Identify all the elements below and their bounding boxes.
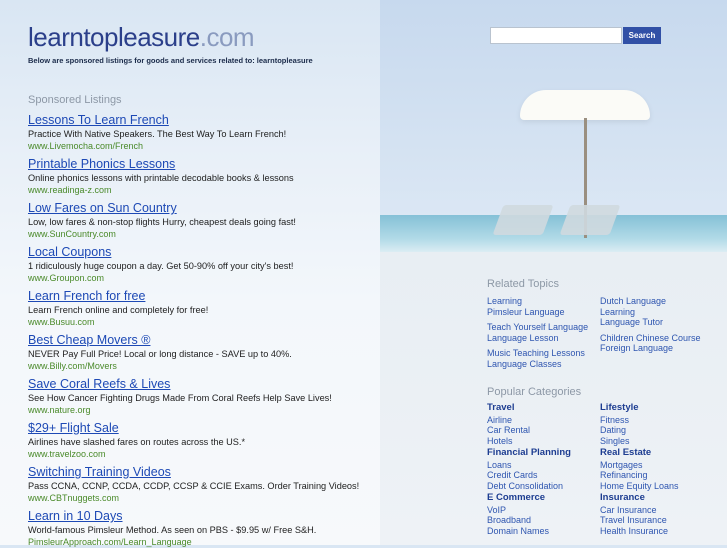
category-link[interactable]: Airline — [487, 415, 530, 426]
listing-item: $29+ Flight Sale Airlines have slashed f… — [28, 420, 245, 460]
related-topic-link[interactable]: Learning — [600, 307, 701, 318]
listing-title-link[interactable]: Switching Training Videos — [28, 464, 359, 480]
category-block-travel: Travel Airline Car Rental Hotels — [487, 402, 530, 447]
listing-url-link[interactable]: www.Busuu.com — [28, 316, 208, 328]
category-title-link[interactable]: Lifestyle — [600, 402, 639, 414]
related-topic-link[interactable]: Music Teaching Lessons — [487, 348, 588, 359]
listing-title-link[interactable]: Lessons To Learn French — [28, 112, 286, 128]
category-title-link[interactable]: Insurance — [600, 492, 668, 504]
listing-item: Low Fares on Sun Country Low, low fares … — [28, 200, 296, 240]
listing-title-link[interactable]: Low Fares on Sun Country — [28, 200, 296, 216]
listing-item: Best Cheap Movers ® NEVER Pay Full Price… — [28, 332, 292, 372]
category-block-lifestyle: Lifestyle Fitness Dating Singles — [600, 402, 639, 447]
listing-title-link[interactable]: Printable Phonics Lessons — [28, 156, 294, 172]
listing-url-link[interactable]: www.CBTnuggets.com — [28, 492, 359, 504]
category-title-link[interactable]: E Commerce — [487, 492, 549, 504]
related-topics-left-column: Learning Pimsleur Language Teach Yoursel… — [487, 296, 588, 369]
sponsored-listings-heading: Sponsored Listings — [28, 94, 122, 106]
category-link[interactable]: Fitness — [600, 415, 639, 426]
related-topic-link[interactable]: Teach Yourself Language — [487, 322, 588, 333]
category-block-e-commerce: E Commerce VoIP Broadband Domain Names — [487, 492, 549, 537]
site-logo[interactable]: learntopleasure.com — [28, 22, 255, 53]
listing-item: Learn in 10 Days World-famous Pimsleur M… — [28, 508, 316, 548]
listing-item: Save Coral Reefs & Lives See How Cancer … — [28, 376, 332, 416]
category-link[interactable]: Hotels — [487, 436, 530, 447]
category-link[interactable]: Credit Cards — [487, 470, 571, 481]
listing-url-link[interactable]: www.Livemocha.com/French — [28, 140, 286, 152]
category-link[interactable]: Refinancing — [600, 470, 679, 481]
related-topics-heading: Related Topics — [487, 278, 559, 290]
related-topic-link[interactable]: Dutch Language — [600, 296, 701, 307]
category-block-insurance: Insurance Car Insurance Travel Insurance… — [600, 492, 668, 537]
category-link[interactable]: Singles — [600, 436, 639, 447]
popular-categories-heading: Popular Categories — [487, 386, 582, 398]
listing-item: Switching Training Videos Pass CCNA, CCN… — [28, 464, 359, 504]
listing-url-link[interactable]: www.SunCountry.com — [28, 228, 296, 240]
listing-description: Learn French online and completely for f… — [28, 305, 209, 315]
category-link[interactable]: Travel Insurance — [600, 515, 668, 526]
logo-tld: .com — [199, 22, 255, 52]
listing-title-link[interactable]: Local Coupons — [28, 244, 293, 260]
listing-description: Airlines have slashed fares on routes ac… — [28, 437, 246, 447]
category-link[interactable]: Broadband — [487, 515, 549, 526]
listing-url-link[interactable]: PimsleurApproach.com/Learn_Language — [28, 536, 316, 548]
listing-item: Local Coupons 1 ridiculously huge coupon… — [28, 244, 293, 284]
category-link[interactable]: Car Insurance — [600, 505, 668, 516]
listing-description: World-famous Pimsleur Method. As seen on… — [28, 525, 317, 535]
category-block-real-estate: Real Estate Mortgages Refinancing Home E… — [600, 447, 679, 492]
listing-title-link[interactable]: Best Cheap Movers ® — [28, 332, 292, 348]
category-link[interactable]: Debt Consolidation — [487, 481, 571, 492]
category-link[interactable]: VoIP — [487, 505, 549, 516]
related-topic-link[interactable]: Pimsleur Language — [487, 307, 588, 318]
related-topic-link[interactable]: Foreign Language — [600, 343, 701, 354]
listing-description: Practice With Native Speakers. The Best … — [28, 129, 287, 139]
listing-url-link[interactable]: www.readinga-z.com — [28, 184, 294, 196]
listing-title-link[interactable]: $29+ Flight Sale — [28, 420, 245, 436]
category-link[interactable]: Health Insurance — [600, 526, 668, 537]
listing-description: Online phonics lessons with printable de… — [28, 173, 294, 183]
related-topic-link[interactable]: Language Lesson — [487, 333, 588, 344]
category-link[interactable]: Car Rental — [487, 425, 530, 436]
listing-title-link[interactable]: Learn in 10 Days — [28, 508, 316, 524]
listing-description: NEVER Pay Full Price! Local or long dist… — [28, 349, 292, 359]
category-link[interactable]: Mortgages — [600, 460, 679, 471]
related-topic-link[interactable]: Learning — [487, 296, 588, 307]
category-title-link[interactable]: Travel — [487, 402, 530, 414]
category-link[interactable]: Home Equity Loans — [600, 481, 679, 492]
category-block-financial-planning: Financial Planning Loans Credit Cards De… — [487, 447, 571, 492]
listing-item: Printable Phonics Lessons Online phonics… — [28, 156, 294, 196]
listing-url-link[interactable]: www.Billy.com/Movers — [28, 360, 292, 372]
category-title-link[interactable]: Real Estate — [600, 447, 679, 459]
listing-url-link[interactable]: www.travelzoo.com — [28, 448, 245, 460]
logo-main: learntopleasure — [28, 22, 200, 52]
related-topic-link[interactable]: Language Tutor — [600, 317, 701, 328]
listing-description: 1 ridiculously huge coupon a day. Get 50… — [28, 261, 294, 271]
related-topic-link[interactable]: Children Chinese Course — [600, 333, 701, 344]
related-topics-right-column: Dutch Language Learning Language Tutor C… — [600, 296, 701, 354]
listing-description: Pass CCNA, CCNP, CCDA, CCDP, CCSP & CCIE… — [28, 481, 360, 491]
listing-url-link[interactable]: www.Groupon.com — [28, 272, 293, 284]
category-title-link[interactable]: Financial Planning — [487, 447, 571, 459]
page-subtitle: Below are sponsored listings for goods a… — [28, 56, 313, 65]
category-link[interactable]: Loans — [487, 460, 571, 471]
listing-title-link[interactable]: Learn French for free — [28, 288, 208, 304]
related-topic-link[interactable]: Language Classes — [487, 359, 588, 370]
listing-description: See How Cancer Fighting Drugs Made From … — [28, 393, 332, 403]
listing-title-link[interactable]: Save Coral Reefs & Lives — [28, 376, 332, 392]
search-input[interactable] — [490, 27, 622, 44]
listing-description: Low, low fares & non-stop flights Hurry,… — [28, 217, 296, 227]
category-link[interactable]: Dating — [600, 425, 639, 436]
listing-url-link[interactable]: www.nature.org — [28, 404, 332, 416]
search-button[interactable]: Search — [623, 27, 661, 44]
category-link[interactable]: Domain Names — [487, 526, 549, 537]
listing-item: Lessons To Learn French Practice With Na… — [28, 112, 286, 152]
listing-item: Learn French for free Learn French onlin… — [28, 288, 208, 328]
